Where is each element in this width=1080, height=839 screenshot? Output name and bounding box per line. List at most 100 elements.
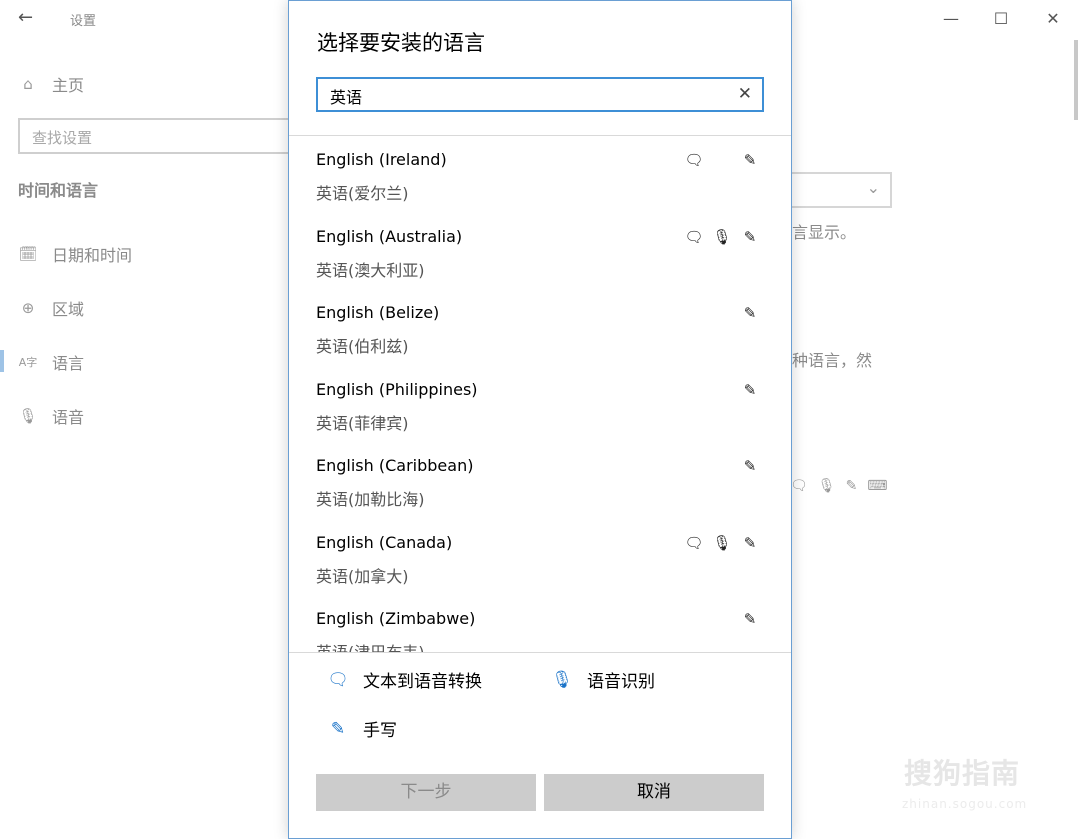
bg-feature-icons: 🗨 🎙 ✎ ⌨ bbox=[790, 478, 888, 494]
language-native-name: 英语(加勒比海) bbox=[316, 490, 425, 509]
globe-icon: ⊕ bbox=[21, 299, 35, 317]
nav-active-indicator bbox=[0, 350, 4, 372]
handwriting-icon: ✎ bbox=[743, 610, 757, 628]
bg-text-fragment-2: 种语言，然 bbox=[792, 351, 873, 370]
language-english-name: English (Ireland) bbox=[316, 150, 447, 169]
language-english-name: English (Australia) bbox=[316, 226, 463, 246]
empty-icon-slot bbox=[711, 303, 733, 323]
tts-icon: 🗨 bbox=[790, 478, 808, 494]
language-list-item[interactable]: English (Belize) 英语(伯利兹) ✎ bbox=[289, 289, 791, 365]
language-list-item[interactable]: English (Australia) 英语(澳大利亚) 🗨 🎙 ✎ bbox=[289, 213, 791, 289]
dialog-title: 选择要安装的语言 bbox=[317, 31, 485, 55]
language-english-name: English (Philippines) bbox=[316, 379, 478, 399]
handwriting-icon: ✎ bbox=[845, 478, 858, 494]
window-title: 设置 bbox=[70, 14, 97, 29]
home-icon: ⌂ bbox=[23, 75, 33, 93]
language-feature-icons: ✎ bbox=[683, 609, 761, 629]
language-list-item[interactable]: English (Ireland) 英语(爱尔兰) 🗨 ✎ bbox=[289, 136, 791, 212]
language-english-name: English (Zimbabwe) bbox=[316, 609, 476, 628]
empty-icon-slot bbox=[711, 150, 733, 170]
handwriting-icon: ✎ bbox=[743, 151, 757, 169]
microphone-icon: 🎙 bbox=[712, 227, 732, 246]
minimize-button[interactable]: — bbox=[940, 8, 962, 30]
microphone-icon: 🎙 bbox=[18, 407, 38, 425]
calendar-clock-icon: 🗓 bbox=[18, 245, 38, 263]
keyboard-icon: ⌨ bbox=[867, 478, 888, 494]
chevron-down-icon: ⌄ bbox=[866, 178, 880, 197]
search-value: 英语 bbox=[330, 88, 363, 107]
section-title: 时间和语言 bbox=[18, 181, 99, 200]
empty-icon-slot bbox=[683, 456, 705, 476]
language-english-name: English (Caribbean) bbox=[316, 456, 474, 475]
empty-icon-slot bbox=[711, 456, 733, 476]
language-feature-icons: 🗨 ✎ bbox=[683, 150, 761, 170]
language-list-item[interactable]: English (Caribbean) 英语(加勒比海) ✎ bbox=[289, 442, 791, 518]
tts-icon: 🗨 bbox=[684, 151, 704, 169]
nav-item-label: 日期和时间 bbox=[52, 246, 133, 265]
divider bbox=[289, 652, 791, 653]
watermark-url: zhinan.sogou.com bbox=[902, 797, 1028, 811]
legend-speech-label: 语音识别 bbox=[587, 672, 655, 692]
language-native-name: 英语(津巴布韦) bbox=[316, 639, 425, 652]
settings-search-input[interactable]: 查找设置 bbox=[18, 118, 290, 154]
microphone-icon: 🎙 bbox=[712, 533, 732, 552]
empty-icon-slot bbox=[683, 303, 705, 323]
nav-item-label: 区域 bbox=[52, 300, 85, 319]
handwriting-icon: ✎ bbox=[743, 457, 757, 475]
language-list[interactable]: English (Ireland) 英语(爱尔兰) 🗨 ✎ English (Austr… bbox=[289, 136, 791, 652]
language-feature-icons: ✎ bbox=[683, 456, 761, 476]
scrollbar[interactable] bbox=[1074, 40, 1078, 120]
language-english-name: English (Canada) bbox=[316, 532, 453, 552]
handwriting-icon: ✎ bbox=[743, 380, 757, 399]
language-list-item[interactable]: English (Canada) 英语(加拿大) 🗨 🎙 ✎ bbox=[289, 519, 791, 595]
choose-language-dialog: 选择要安装的语言 英语 ✕ English (Ireland) 英语(爱尔兰) 🗨 ✎… bbox=[288, 0, 792, 839]
maximize-button[interactable]: ☐ bbox=[990, 8, 1012, 30]
nav-home-label: 主页 bbox=[52, 76, 85, 95]
handwriting-icon: ✎ bbox=[330, 718, 346, 739]
language-native-name: 英语(爱尔兰) bbox=[316, 184, 409, 203]
language-feature-icons: ✎ bbox=[683, 303, 761, 323]
nav-item-label: 语言 bbox=[52, 354, 85, 373]
handwriting-icon: ✎ bbox=[743, 304, 757, 322]
nav-item-label: 语音 bbox=[52, 408, 85, 427]
handwriting-icon: ✎ bbox=[743, 533, 757, 552]
tts-icon: 🗨 bbox=[327, 669, 349, 690]
language-english-name: English (Belize) bbox=[316, 303, 440, 322]
nav-home[interactable]: ⌂ 主页 bbox=[18, 72, 84, 96]
tts-icon: 🗨 bbox=[684, 227, 704, 246]
empty-icon-slot bbox=[711, 380, 733, 400]
watermark: 搜狗指南 bbox=[904, 757, 1021, 790]
language-native-name: 英语(菲律宾) bbox=[316, 413, 409, 433]
language-search-input[interactable]: 英语 ✕ bbox=[316, 77, 764, 112]
cancel-button[interactable]: 取消 bbox=[544, 774, 764, 811]
back-arrow-icon[interactable]: ← bbox=[18, 8, 38, 28]
language-icon: A字 bbox=[18, 356, 38, 369]
nav-item-speech[interactable]: 🎙 语音 bbox=[18, 404, 84, 428]
language-feature-icons: 🗨 🎙 ✎ bbox=[683, 227, 761, 247]
empty-icon-slot bbox=[683, 380, 705, 400]
language-list-item[interactable]: English (Zimbabwe) 英语(津巴布韦) ✎ bbox=[289, 595, 791, 652]
nav-item-language[interactable]: A字 语言 bbox=[18, 350, 84, 374]
legend-speech: 🎙 语音识别 bbox=[551, 667, 655, 693]
microphone-icon: 🎙 bbox=[551, 669, 573, 690]
tts-icon: 🗨 bbox=[684, 533, 704, 552]
language-native-name: 英语(伯利兹) bbox=[316, 337, 409, 356]
display-language-dropdown[interactable]: ⌄ bbox=[790, 172, 892, 208]
microphone-icon: 🎙 bbox=[817, 478, 836, 494]
close-window-button[interactable]: ✕ bbox=[1042, 8, 1064, 30]
legend-tts-label: 文本到语音转换 bbox=[363, 672, 482, 692]
nav-item-region[interactable]: ⊕ 区域 bbox=[18, 296, 84, 320]
next-button[interactable]: 下一步 bbox=[316, 774, 536, 811]
nav-item-date-time[interactable]: 🗓 日期和时间 bbox=[18, 242, 132, 266]
language-native-name: 英语(加拿大) bbox=[316, 566, 409, 586]
language-list-item[interactable]: English (Philippines) 英语(菲律宾) ✎ bbox=[289, 366, 791, 442]
legend-handwriting-label: 手写 bbox=[363, 721, 397, 741]
language-feature-icons: 🗨 🎙 ✎ bbox=[683, 533, 761, 553]
language-native-name: 英语(澳大利亚) bbox=[316, 260, 425, 280]
empty-icon-slot bbox=[711, 609, 733, 629]
language-feature-icons: ✎ bbox=[683, 380, 761, 400]
clear-search-icon[interactable]: ✕ bbox=[738, 84, 752, 104]
empty-icon-slot bbox=[683, 609, 705, 629]
bg-text-fragment-1: 言显示。 bbox=[792, 223, 857, 242]
legend-tts: 🗨 文本到语音转换 bbox=[327, 667, 482, 693]
